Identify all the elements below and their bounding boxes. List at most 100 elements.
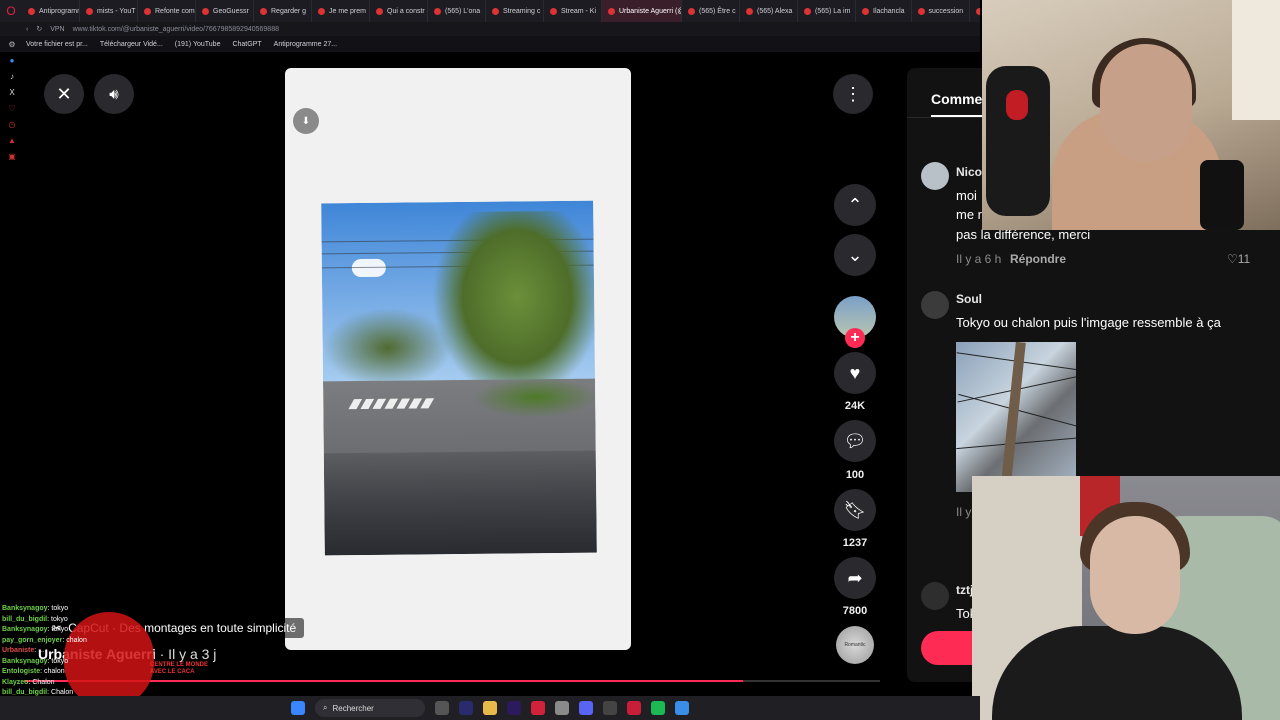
download-icon[interactable]: ⬇ bbox=[293, 108, 319, 134]
opera-taskbar-icon[interactable] bbox=[531, 701, 545, 715]
comment-like-button[interactable]: ♡11 bbox=[1227, 252, 1250, 266]
browser-tab[interactable]: Urbaniste Aguerri (@ bbox=[602, 0, 682, 22]
bookmark-4[interactable]: ChatGPT bbox=[232, 41, 261, 48]
browser-tab[interactable]: Ilachancla bbox=[856, 0, 912, 22]
reload-icon[interactable]: ↻ bbox=[36, 25, 42, 33]
browser-tab[interactable]: (565) Être c bbox=[682, 0, 740, 22]
chat-text: ... bbox=[38, 647, 45, 654]
bookmark-1[interactable]: Votre fichier est pr... bbox=[26, 41, 88, 48]
vpn-badge[interactable]: VPN bbox=[50, 26, 64, 33]
bookmark-5[interactable]: Antiprogramme 27... bbox=[274, 41, 337, 48]
previous-video-button[interactable]: ⌃ bbox=[834, 184, 876, 226]
task-view-icon[interactable] bbox=[435, 701, 449, 715]
premiere-icon[interactable] bbox=[507, 701, 521, 715]
tab-favicon-icon bbox=[376, 7, 383, 15]
tab-label: Urbaniste Aguerri (@ bbox=[619, 7, 682, 15]
bookmark-2[interactable]: Téléchargeur Vidé... bbox=[100, 41, 163, 48]
chat-username[interactable]: Banksynagoy bbox=[2, 605, 48, 612]
tab-favicon-icon bbox=[688, 7, 695, 15]
tab-favicon-icon bbox=[202, 7, 209, 15]
browser-tab[interactable]: (565) La im bbox=[798, 0, 856, 22]
browser-tab[interactable]: (565) Alexa bbox=[740, 0, 798, 22]
comment-time: Il y a 6 h bbox=[956, 252, 1002, 266]
browser-tab[interactable]: Refonte com bbox=[138, 0, 196, 22]
tab-comments[interactable]: Comme bbox=[931, 91, 982, 107]
history-icon[interactable]: ◷ bbox=[9, 120, 16, 129]
flask-icon[interactable]: ▲ bbox=[8, 136, 16, 145]
comment-button[interactable]: 💬︎ bbox=[834, 420, 876, 462]
reply-button[interactable]: Répondre bbox=[1010, 252, 1066, 266]
tab-favicon-icon bbox=[260, 7, 267, 15]
url-text[interactable]: www.tiktok.com/@urbaniste_aguerri/video/… bbox=[73, 26, 279, 33]
file-explorer-icon[interactable] bbox=[483, 701, 497, 715]
next-video-button[interactable]: ⌄ bbox=[834, 234, 876, 276]
commenter-name[interactable]: Nico bbox=[956, 165, 982, 179]
tab-favicon-icon bbox=[862, 7, 869, 15]
app-icon[interactable] bbox=[555, 701, 569, 715]
chat-text: Chalon bbox=[51, 689, 74, 696]
tab-favicon-icon bbox=[975, 7, 980, 15]
volume-button[interactable]: 🔊︎ bbox=[94, 74, 134, 114]
tab-label: Refonte com bbox=[155, 7, 195, 15]
chat-username[interactable]: Banksynagoy bbox=[2, 658, 48, 665]
close-button[interactable]: ✕ bbox=[44, 74, 84, 114]
browser-tab[interactable]: Antiprogramme bbox=[22, 0, 80, 22]
taskbar-search[interactable]: ⌕ Rechercher bbox=[315, 699, 425, 717]
app-icon[interactable] bbox=[675, 701, 689, 715]
browser-tab[interactable]: mists - YouT bbox=[80, 0, 138, 22]
commenter-avatar[interactable] bbox=[921, 582, 949, 610]
like-button[interactable]: ♥ bbox=[834, 352, 876, 394]
tab-favicon-icon bbox=[144, 7, 151, 15]
chat-username[interactable]: Banksynagoy bbox=[2, 626, 48, 633]
browser-tab[interactable]: Je me prem bbox=[312, 0, 370, 22]
chat-username[interactable]: pay_gorn_enjoyer bbox=[2, 637, 62, 644]
commenter-name[interactable]: tztj bbox=[956, 583, 973, 597]
browser-tab[interactable]: Streaming c bbox=[486, 0, 544, 22]
video-frame[interactable]: ⬇ bbox=[285, 68, 631, 650]
discord-icon[interactable] bbox=[579, 701, 593, 715]
video-progress-bar[interactable] bbox=[24, 680, 880, 682]
music-disc[interactable]: Romantic bbox=[836, 626, 874, 664]
streamer-webcam bbox=[982, 0, 1280, 230]
chat-username[interactable]: Entologiste bbox=[2, 668, 40, 675]
opera-logo-icon[interactable]: O bbox=[0, 0, 22, 22]
box-icon[interactable]: ▣ bbox=[8, 152, 16, 161]
x-icon[interactable]: X bbox=[9, 88, 14, 97]
comment-image[interactable] bbox=[956, 342, 1076, 492]
browser-tab-bar: O Antiprogramme mists - YouT Refonte com Ge… bbox=[0, 0, 980, 22]
chat-username[interactable]: Urbaniste bbox=[2, 647, 34, 654]
more-options-button[interactable]: ⋮ bbox=[833, 74, 873, 114]
chat-text: chalon bbox=[44, 668, 65, 675]
obs-icon[interactable] bbox=[603, 701, 617, 715]
chat-text: chalon bbox=[66, 636, 87, 644]
chat-username[interactable]: bill_du_bigdil bbox=[2, 689, 47, 696]
heart-icon[interactable]: ♡ bbox=[8, 104, 15, 113]
follow-plus-icon[interactable]: + bbox=[845, 328, 865, 348]
app-icon[interactable] bbox=[627, 701, 641, 715]
windows-start-icon[interactable] bbox=[291, 701, 305, 715]
bookmark-3[interactable]: (191) YouTube bbox=[175, 41, 221, 48]
comment-count: 100 bbox=[845, 469, 865, 481]
browser-tab[interactable]: GeoGuessr bbox=[196, 0, 254, 22]
browser-tab[interactable]: Stream - Ki bbox=[544, 0, 602, 22]
bookmark-button[interactable]: 🔖︎ bbox=[834, 489, 876, 531]
photoshop-icon[interactable] bbox=[459, 701, 473, 715]
spotify-icon[interactable] bbox=[651, 701, 665, 715]
browser-tab[interactable]: Regarder g bbox=[254, 0, 312, 22]
tiktok-icon[interactable]: ♪ bbox=[10, 72, 14, 81]
chat-username[interactable]: Klayzeo bbox=[2, 679, 28, 686]
logo-text-line: CENTRE LE MONDE bbox=[150, 662, 209, 668]
commenter-avatar[interactable] bbox=[921, 162, 949, 190]
address-bar[interactable]: ‹ ↻ VPN www.tiktok.com/@urbaniste_aguerr… bbox=[0, 22, 980, 36]
browser-tab[interactable]: (565) RADI bbox=[970, 0, 980, 22]
browser-tab[interactable]: (565) L'ona bbox=[428, 0, 486, 22]
share-button[interactable]: ➦ bbox=[834, 557, 876, 599]
commenter-name[interactable]: Soul bbox=[956, 292, 982, 306]
commenter-avatar[interactable] bbox=[921, 291, 949, 319]
chat-username[interactable]: bill_du_bigdil bbox=[2, 616, 47, 623]
browser-tab[interactable]: Qui a constr bbox=[370, 0, 428, 22]
browser-tab[interactable]: succession bbox=[912, 0, 970, 22]
back-icon[interactable]: ‹ bbox=[26, 26, 28, 33]
messenger-icon[interactable]: ● bbox=[10, 56, 15, 65]
settings-icon[interactable]: ⚙ bbox=[8, 40, 15, 49]
